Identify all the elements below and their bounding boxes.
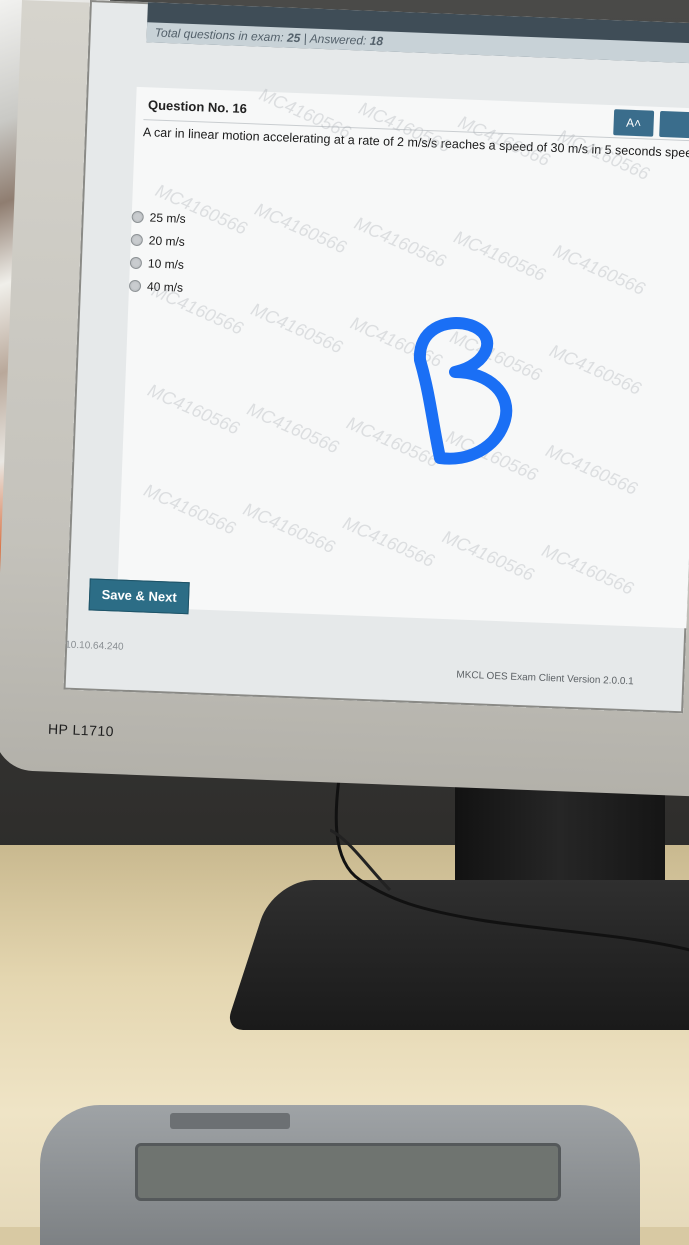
total-questions-value: 25: [286, 30, 301, 46]
watermark: MC4160566: [247, 298, 346, 358]
watermark: MC4160566: [351, 212, 449, 272]
option-b[interactable]: 20 m/s: [130, 228, 185, 253]
question-panel: Question No. 16 A˄ A car in linear motio…: [116, 84, 689, 630]
option-c[interactable]: 10 m/s: [129, 251, 185, 276]
watermark: MC4160566: [339, 512, 438, 572]
watermark: MC4160566: [144, 380, 243, 439]
watermark: MC4160566: [148, 280, 247, 339]
watermark: MC4160566: [550, 240, 649, 300]
radio-unselected-icon[interactable]: [131, 210, 144, 223]
client-ip: 10.10.64.240: [65, 639, 124, 653]
exam-screen: Total questions in exam: 25 | Answered: …: [63, 0, 689, 714]
watermark: MC4160566: [546, 340, 645, 399]
radio-unselected-icon[interactable]: [129, 256, 143, 269]
watermark: MC4160566: [538, 540, 637, 599]
calculator-display: [135, 1143, 561, 1201]
monitor-model-label: HP L1710: [47, 720, 115, 740]
watermark: MC4160566: [343, 412, 442, 472]
watermark: MC4160566: [439, 526, 538, 585]
option-c-label: 10 m/s: [147, 255, 185, 272]
watermark: MC4160566: [447, 326, 545, 386]
info-separator: |: [303, 31, 308, 46]
watermark: MC4160566: [140, 480, 239, 539]
watermark: MC4160566: [450, 226, 549, 286]
question-number: Question No. 16: [147, 97, 248, 117]
save-next-button[interactable]: Save & Next: [88, 578, 190, 615]
font-decrease-button[interactable]: [659, 110, 689, 140]
watermark: MC4160566: [542, 440, 641, 499]
watermark: MC4160566: [251, 199, 350, 258]
option-b-label: 20 m/s: [148, 232, 186, 249]
font-increase-button[interactable]: A˄: [613, 109, 655, 137]
radio-unselected-icon[interactable]: [128, 279, 142, 292]
radio-unselected-icon[interactable]: [130, 233, 144, 246]
monitor-cable: [330, 770, 689, 952]
watermark: MC4160566: [443, 426, 541, 486]
answered-label: Answered:: [309, 31, 367, 48]
total-questions-label: Total questions in exam:: [154, 25, 284, 45]
calculator: [40, 1105, 640, 1245]
calculator-brand-plate: [170, 1113, 290, 1129]
client-version: MKCL OES Exam Client Version 2.0.0.1: [456, 669, 634, 688]
watermark: MC4160566: [240, 498, 338, 558]
answered-value: 18: [369, 33, 384, 49]
watermark: MC4160566: [347, 312, 446, 372]
watermark: MC4160566: [244, 398, 342, 458]
